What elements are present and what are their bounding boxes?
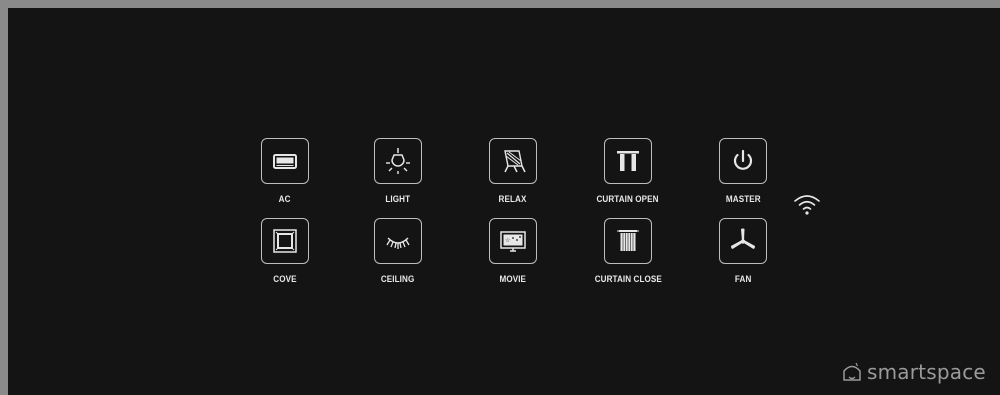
curtain-close-icon: [617, 230, 639, 251]
movie-button[interactable]: ☆ MOVIE: [463, 218, 563, 298]
master-label: MASTER: [725, 194, 761, 204]
ac-button[interactable]: AC: [235, 138, 335, 218]
relax-label: RELAX: [499, 194, 527, 204]
light-bulb-icon: [386, 148, 410, 174]
cove-button[interactable]: COVE: [235, 218, 335, 298]
light-button[interactable]: LIGHT: [348, 138, 448, 218]
control-panel: AC LIGHT RELAX CURTAIN OPEN MASTER COVE …: [8, 8, 1000, 395]
wifi-icon: [794, 195, 820, 215]
brand-logo: smartspace: [840, 360, 986, 384]
ac-unit-icon: [273, 154, 297, 169]
ceiling-label: CEILING: [381, 274, 415, 284]
curtain-open-button[interactable]: CURTAIN OPEN: [578, 138, 678, 218]
smartspace-logo-icon: [843, 362, 861, 381]
curtain-open-icon: [617, 151, 639, 171]
deck-chair-icon: [504, 150, 526, 173]
fan-button[interactable]: FAN: [693, 218, 793, 298]
cove-light-icon: [273, 229, 297, 253]
cove-label: COVE: [273, 274, 297, 284]
movie-label: MOVIE: [499, 274, 527, 284]
curtain-close-label: CURTAIN CLOSE: [594, 274, 662, 284]
fan-label: FAN: [734, 274, 752, 284]
ac-label: AC: [279, 194, 291, 204]
curtain-open-label: CURTAIN OPEN: [596, 194, 660, 204]
ceiling-light-icon: [386, 237, 410, 249]
fan-icon: [731, 228, 755, 249]
relax-button[interactable]: RELAX: [463, 138, 563, 218]
master-button[interactable]: MASTER: [693, 138, 793, 218]
tv-icon: ☆: [500, 231, 526, 252]
brand-name: smartspace: [867, 360, 986, 384]
curtain-close-button[interactable]: CURTAIN CLOSE: [578, 218, 678, 298]
svg-text:☆: ☆: [505, 237, 510, 244]
ceiling-button[interactable]: CEILING: [348, 218, 448, 298]
power-icon: [733, 149, 753, 170]
light-label: LIGHT: [385, 194, 411, 204]
